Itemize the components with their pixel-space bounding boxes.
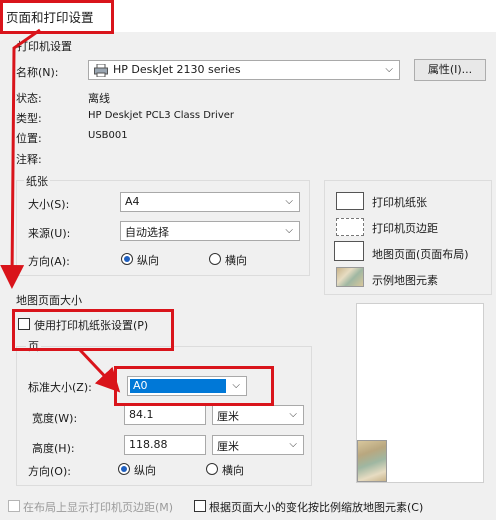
- annotation-arrow-1: [0, 28, 41, 289]
- annotation-arrows: [0, 28, 121, 393]
- annotation-arrow-2: [78, 348, 121, 393]
